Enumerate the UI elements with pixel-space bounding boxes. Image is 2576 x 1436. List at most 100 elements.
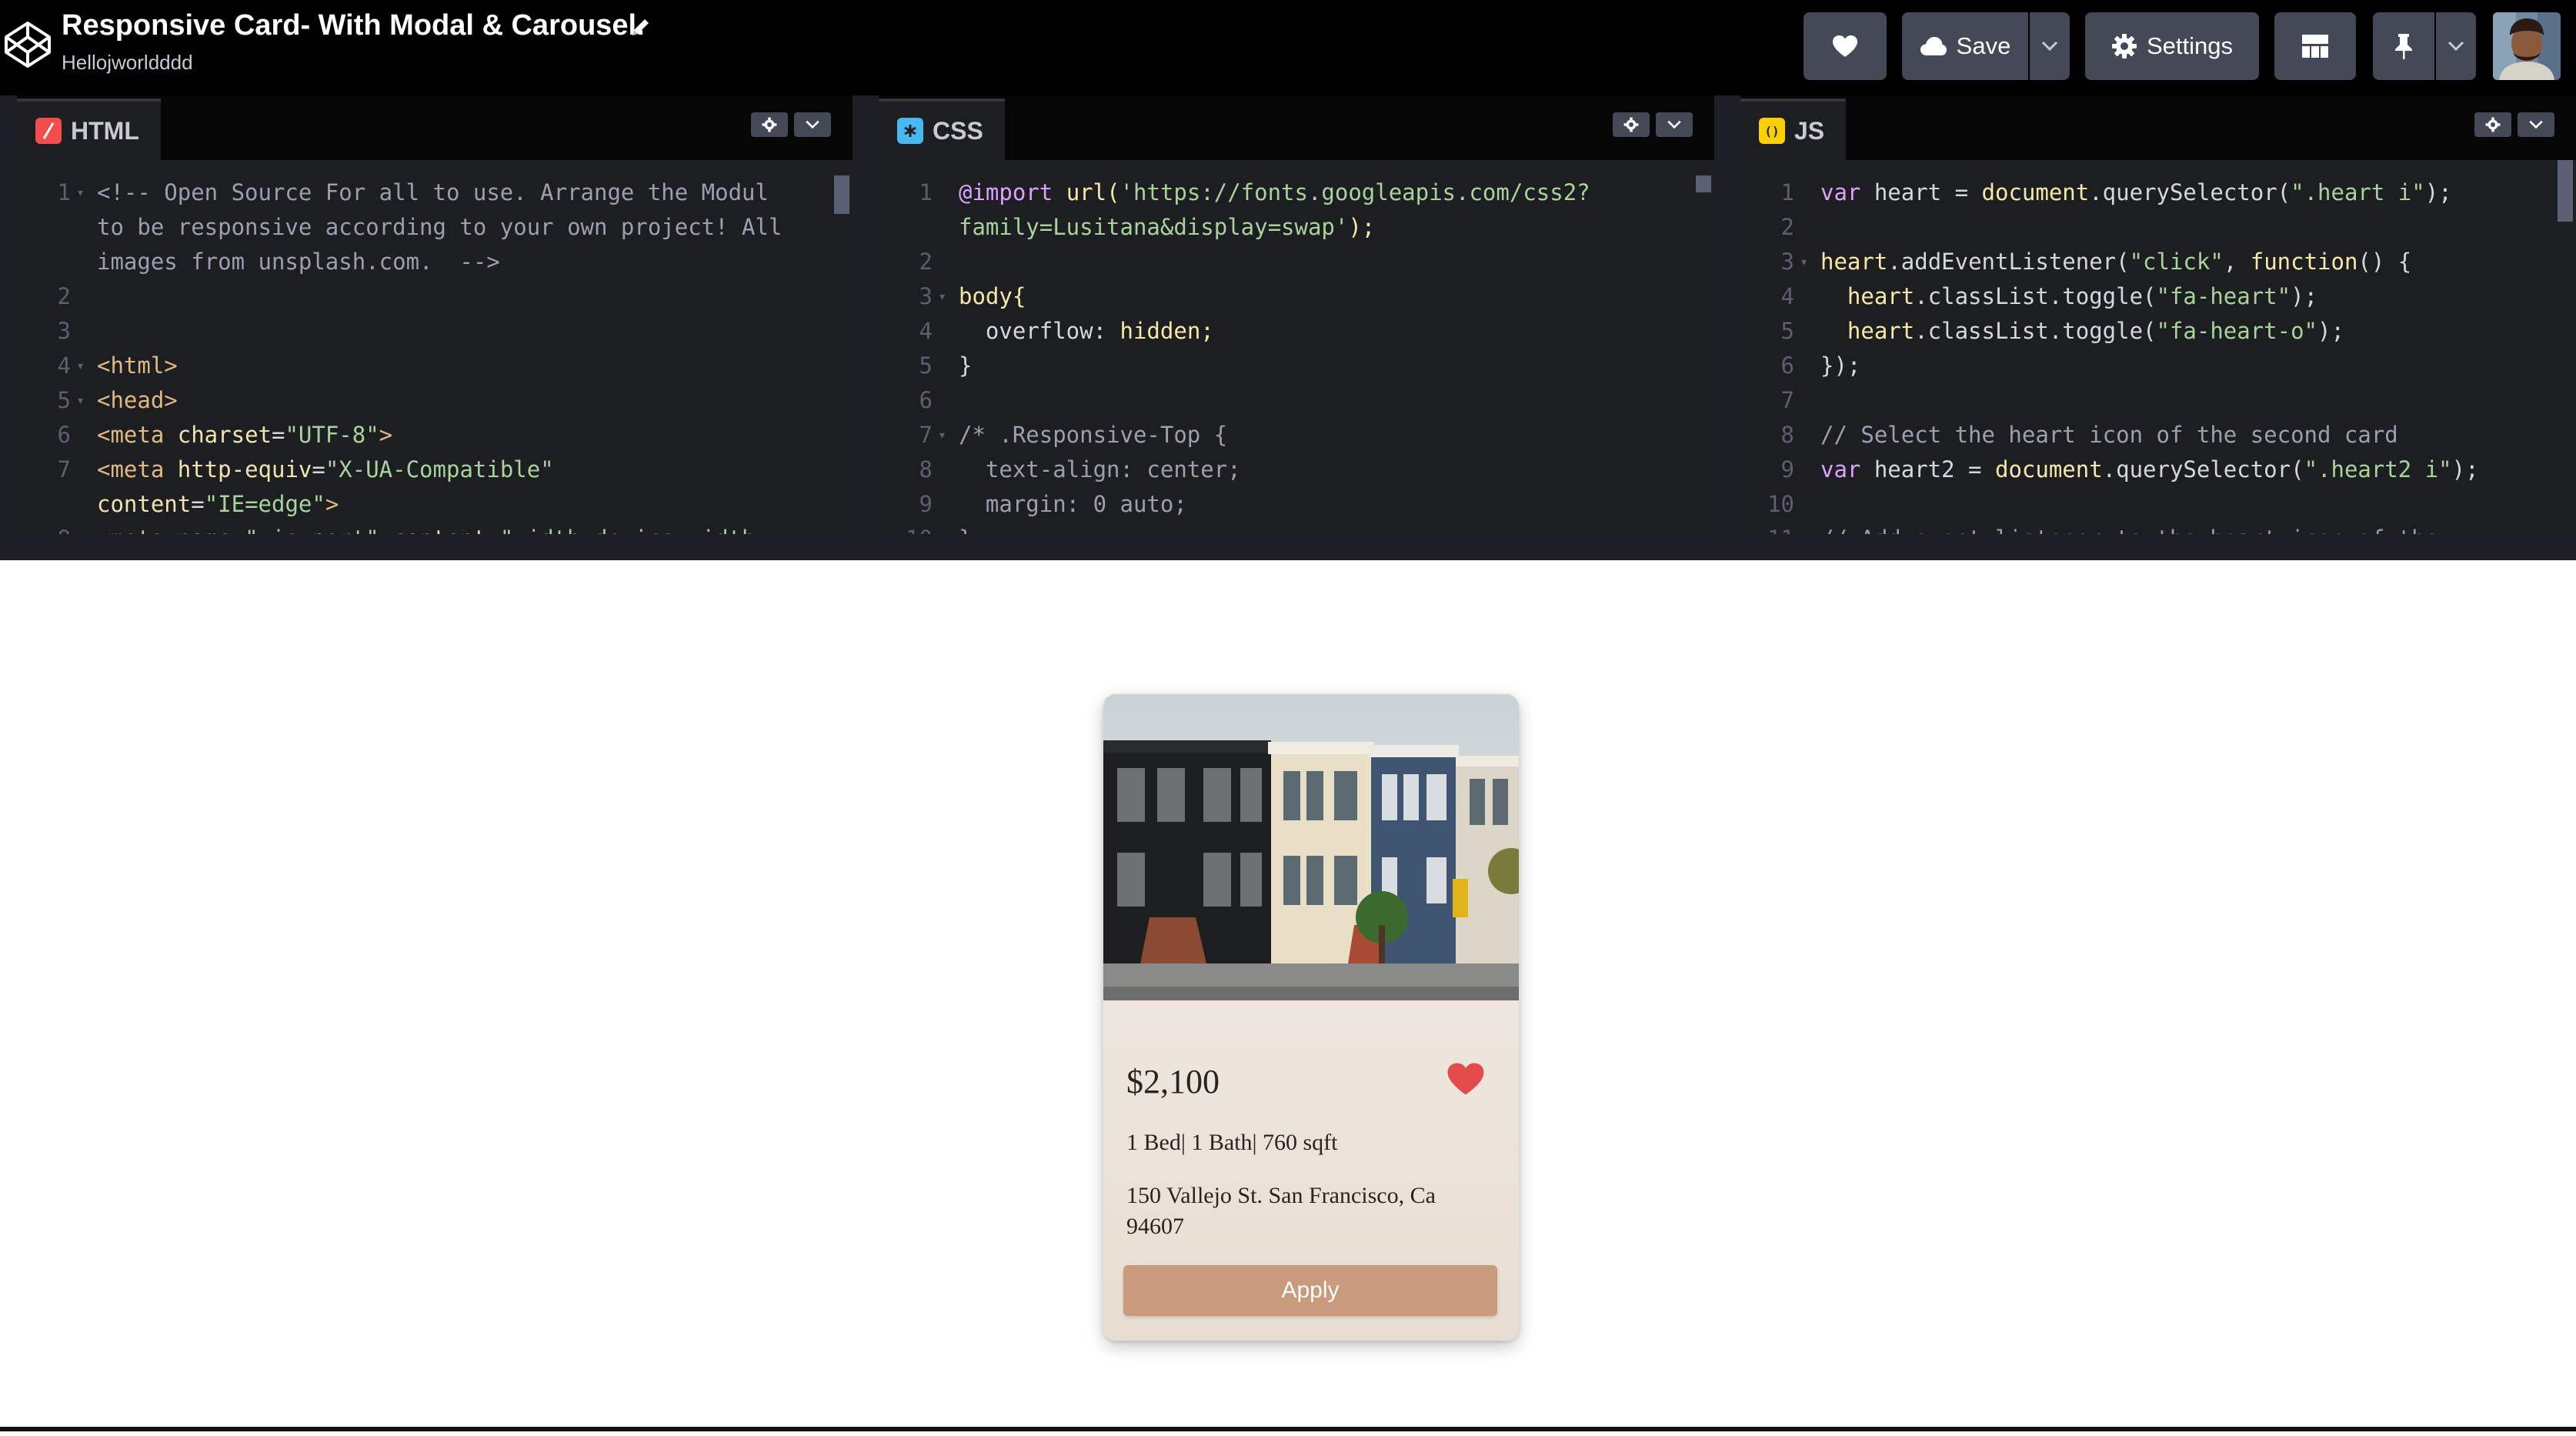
code-line[interactable]: 6 <meta charset="UTF-8"> <box>17 418 853 453</box>
html-code[interactable]: 1 ▾ <!-- Open Source For all to use. Arran… <box>17 160 853 534</box>
code-line[interactable]: 2 <box>1740 210 2576 245</box>
svg-text:(): () <box>1764 124 1779 139</box>
save-label: Save <box>1956 32 2011 59</box>
card-price: $2,100 <box>1126 1063 1220 1100</box>
code-line[interactable]: 1 @import url('https://fonts.googleapis.c… <box>879 175 1714 210</box>
fold-arrow-icon[interactable]: ▾ <box>76 349 85 383</box>
chevron-down-icon <box>2448 41 2464 52</box>
code-line[interactable]: 5} <box>879 349 1714 383</box>
code-text: <!-- Open Source For all to use. Arrange… <box>97 179 769 205</box>
code-line[interactable]: 2 <box>17 279 853 314</box>
code-text: <head> <box>97 387 178 413</box>
line-number: 7 <box>1780 387 1794 413</box>
code-line[interactable]: 4 heart.classList.toggle("fa-heart"); <box>1740 279 2576 314</box>
css-collapse-button[interactable] <box>1656 112 1693 137</box>
code-line[interactable]: 10 <box>1740 487 2576 522</box>
fold-arrow-icon[interactable]: ▾ <box>76 175 85 210</box>
pin-button[interactable] <box>2373 12 2434 80</box>
html-scrollbar[interactable] <box>834 175 849 214</box>
code-text: <meta name="viewport" content="width=dev… <box>77 522 769 534</box>
tab-css[interactable]: CSS <box>879 99 1005 160</box>
save-options-button[interactable] <box>2030 12 2070 80</box>
js-settings-button[interactable] <box>2474 112 2511 137</box>
line-number: 9 <box>1780 456 1794 483</box>
fold-arrow-icon[interactable]: ▾ <box>76 383 85 418</box>
line-number: 5 <box>1780 318 1794 344</box>
js-collapse-button[interactable] <box>2518 112 2554 137</box>
code-text: text-align: center; <box>959 456 1241 483</box>
code-line[interactable]: 6}); <box>1740 349 2576 383</box>
favorite-heart-icon[interactable] <box>1446 1062 1485 1096</box>
code-line[interactable]: 2 <box>879 245 1714 279</box>
code-line[interactable]: 6 <box>879 383 1714 418</box>
code-line[interactable]: 1 ▾ <!-- Open Source For all to use. Arran… <box>17 175 853 210</box>
fold-arrow-icon[interactable]: ▾ <box>1800 245 1808 279</box>
codepen-logo-icon[interactable] <box>3 20 52 69</box>
code-line[interactable]: 10} <box>879 522 1714 534</box>
js-code[interactable]: 1 var heart = document.querySelector(".he… <box>1740 160 2576 534</box>
line-number: 7 ▾ <box>879 418 946 453</box>
gear-icon <box>2111 34 2137 58</box>
code-line[interactable]: 3 ▾ body{ <box>879 279 1714 314</box>
pin-options-button[interactable] <box>2436 12 2476 80</box>
html-collapse-button[interactable] <box>794 112 831 137</box>
code-line[interactable]: 7 <meta http-equiv="X-UA-Compatible" <box>17 453 853 487</box>
save-button[interactable]: Save <box>1902 12 2028 80</box>
code-line[interactable]: 8<meta name="viewport" content="width=de… <box>17 522 853 534</box>
code-line[interactable]: 9 margin: 0 auto; <box>879 487 1714 522</box>
line-number <box>17 487 77 522</box>
author-name[interactable]: Hellojworldddd <box>62 51 193 75</box>
code-line[interactable]: 1 var heart = document.querySelector(".he… <box>1740 175 2576 210</box>
code-text: /* .Responsive-Top { <box>959 422 1228 448</box>
code-text: }); <box>1820 352 1861 379</box>
code-line[interactable]: content="IE=edge"> <box>17 487 853 522</box>
code-line[interactable]: 3 ▾ heart.addEventListener("click", functi… <box>1740 245 2576 279</box>
code-line[interactable]: 5 heart.classList.toggle("fa-heart-o"); <box>1740 314 2576 349</box>
line-number: 10 <box>1767 491 1794 517</box>
line-number: 4 ▾ <box>17 349 85 383</box>
like-button[interactable] <box>1804 12 1887 80</box>
code-line[interactable]: 8 text-align: center; <box>879 453 1714 487</box>
code-line[interactable]: 5 ▾ <head> <box>17 383 853 418</box>
code-line[interactable]: 3 <box>17 314 853 349</box>
code-line[interactable]: images from unsplash.com. --> <box>17 245 853 279</box>
js-scrollbar[interactable] <box>2558 160 2573 222</box>
code-line[interactable]: 4 ▾ <html> <box>17 349 853 383</box>
cloud-icon <box>1920 37 1947 55</box>
code-line[interactable]: 8 // Select the heart icon of the second … <box>1740 418 2576 453</box>
fold-arrow-icon[interactable]: ▾ <box>938 279 946 314</box>
user-avatar[interactable] <box>2493 12 2561 80</box>
pen-title[interactable]: Responsive Card- With Modal & Carousel. <box>62 9 645 42</box>
line-number <box>879 210 939 245</box>
css-settings-button[interactable] <box>1613 112 1650 137</box>
code-line[interactable]: 7 <box>1740 383 2576 418</box>
html-settings-button[interactable] <box>751 112 788 137</box>
line-number: 8 <box>919 456 933 483</box>
code-line[interactable]: 7 ▾ /* .Responsive-Top { <box>879 418 1714 453</box>
css-badge-icon <box>897 118 923 144</box>
css-scrollbar[interactable] <box>1696 175 1711 192</box>
js-tab-strip <box>1740 95 2576 160</box>
property-card: $2,100 1 Bed| 1 Bath| 760 sqft 150 Valle… <box>1103 694 1519 1341</box>
code-text: heart.classList.toggle("fa-heart-o"); <box>1820 318 2344 344</box>
code-line[interactable]: family=Lusitana&display=swap'); <box>879 210 1714 245</box>
tab-js[interactable]: () JS <box>1740 99 1847 160</box>
css-code[interactable]: 1 @import url('https://fonts.googleapis.c… <box>879 160 1714 534</box>
change-view-button[interactable] <box>2274 12 2356 80</box>
settings-button[interactable]: Settings <box>2085 12 2259 80</box>
fold-arrow-icon[interactable]: ▾ <box>938 418 946 453</box>
code-line[interactable]: 9 var heart2 = document.querySelector(".h… <box>1740 453 2576 487</box>
gear-icon <box>1623 117 1639 132</box>
code-text: images from unsplash.com. --> <box>97 249 500 275</box>
code-line[interactable]: 11// Add event listener to the heart ico… <box>1740 522 2576 534</box>
tab-html[interactable]: HTML <box>17 99 161 160</box>
apply-button[interactable]: Apply <box>1123 1265 1497 1316</box>
settings-label: Settings <box>2146 32 2233 59</box>
pencil-icon[interactable] <box>629 15 652 38</box>
code-text: @import url('https://fonts.googleapis.co… <box>959 179 1590 205</box>
line-number: 3 ▾ <box>879 279 946 314</box>
code-line[interactable]: 4 overflow: hidden; <box>879 314 1714 349</box>
line-number: 2 <box>1780 214 1794 240</box>
code-line[interactable]: to be responsive according to your own p… <box>17 210 853 245</box>
